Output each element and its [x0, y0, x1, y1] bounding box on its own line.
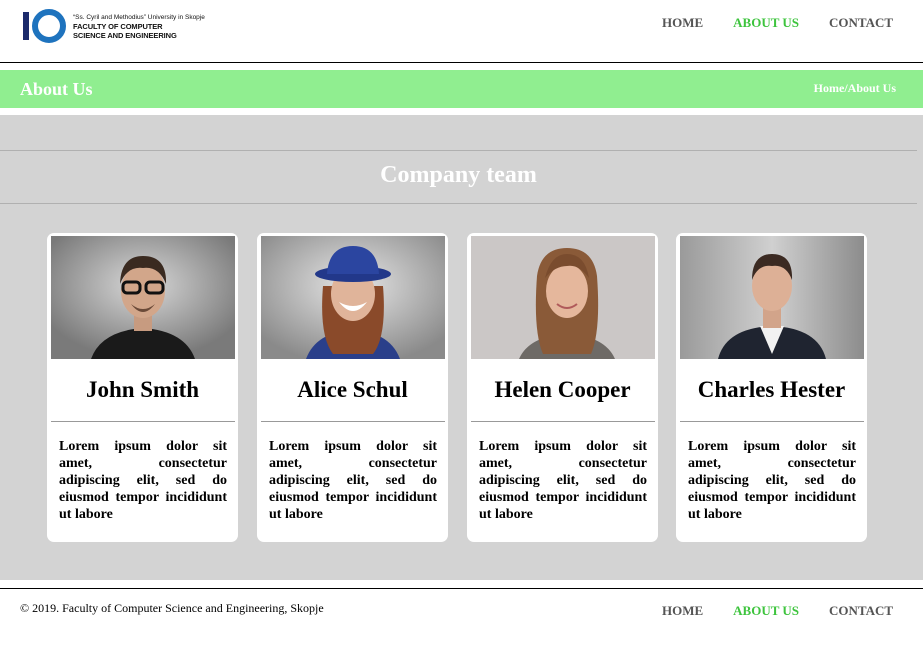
- team-member-name: John Smith: [85, 377, 200, 402]
- logo-university-text: “Ss. Cyril and Methodius” University in …: [73, 13, 205, 21]
- team-member-description: Lorem ipsum dolor sit amet, consectetur …: [479, 439, 647, 522]
- section-divider-bottom: [0, 203, 917, 204]
- team-member-name: Charles Hester: [697, 377, 846, 402]
- team-member-photo: [261, 236, 445, 359]
- team-member-description: Lorem ipsum dolor sit amet, consectetur …: [688, 439, 856, 522]
- logo-faculty-line2: SCIENCE AND ENGINEERING: [73, 30, 177, 40]
- team-section: Company team John Smith Lorem ipsum dolo…: [0, 115, 923, 580]
- section-divider-top: [0, 150, 917, 151]
- team-member-name: Helen Cooper: [494, 377, 631, 402]
- page-banner: About Us Home/About Us: [0, 70, 923, 108]
- team-member-photo: [51, 236, 235, 359]
- footer-nav: HOME ABOUT US CONTACT: [662, 603, 893, 619]
- logo-faculty-line1: FACULTY OF COMPUTER: [73, 21, 163, 31]
- team-card: John Smith Lorem ipsum dolor sit amet, c…: [47, 233, 238, 542]
- team-card: Helen Cooper Lorem ipsum dolor sit amet,…: [467, 233, 658, 542]
- faculty-logo[interactable]: “Ss. Cyril and Methodius” University in …: [23, 8, 205, 44]
- finki-logo-icon: [23, 8, 67, 44]
- header-divider: [0, 62, 923, 63]
- footer-divider: [0, 588, 923, 589]
- team-card: Charles Hester Lorem ipsum dolor sit ame…: [676, 233, 867, 542]
- page-title: About Us: [20, 79, 93, 99]
- team-member-photo: [680, 236, 864, 359]
- team-member-description: Lorem ipsum dolor sit amet, consectetur …: [59, 439, 227, 522]
- nav-contact-link[interactable]: CONTACT: [829, 15, 893, 31]
- card-divider: [261, 421, 445, 422]
- nav-home-link[interactable]: HOME: [662, 15, 703, 31]
- site-header: “Ss. Cyril and Methodius” University in …: [0, 0, 923, 62]
- footer-nav-contact-link[interactable]: CONTACT: [829, 603, 893, 619]
- team-heading: Company team: [380, 162, 537, 188]
- card-divider: [471, 421, 655, 422]
- breadcrumb[interactable]: Home/About Us: [814, 81, 896, 96]
- team-member-photo: [471, 236, 655, 359]
- card-divider: [680, 421, 864, 422]
- team-member-name: Alice Schul: [297, 377, 408, 402]
- footer-nav-about-link[interactable]: ABOUT US: [733, 603, 799, 619]
- footer-nav-home-link[interactable]: HOME: [662, 603, 703, 619]
- footer-copyright: © 2019. Faculty of Computer Science and …: [20, 601, 324, 615]
- nav-about-link[interactable]: ABOUT US: [733, 15, 799, 31]
- team-member-description: Lorem ipsum dolor sit amet, consectetur …: [269, 439, 437, 522]
- team-card: Alice Schul Lorem ipsum dolor sit amet, …: [257, 233, 448, 542]
- header-nav: HOME ABOUT US CONTACT: [662, 15, 893, 31]
- card-divider: [51, 421, 235, 422]
